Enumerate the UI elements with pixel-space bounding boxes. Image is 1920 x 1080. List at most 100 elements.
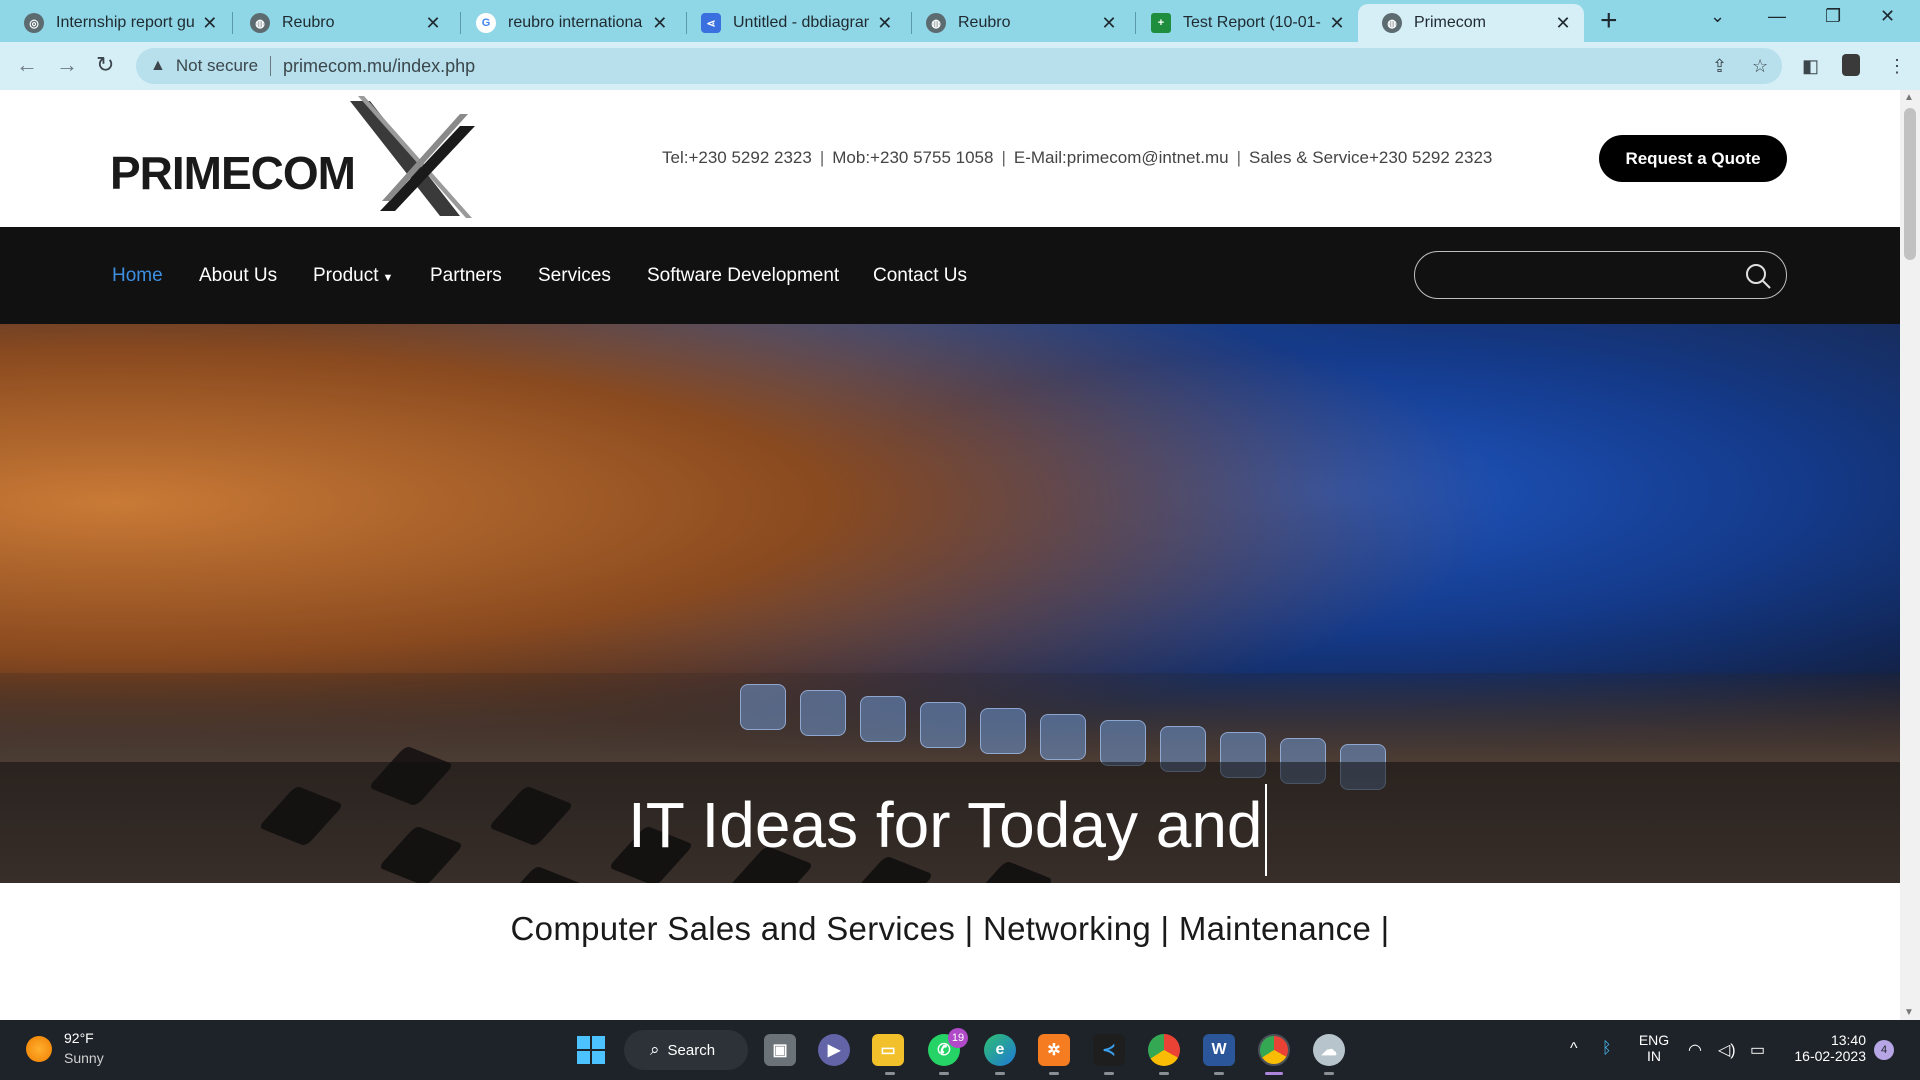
nav-partners[interactable]: Partners <box>430 265 502 287</box>
restore-icon[interactable]: ❐ <box>1825 6 1841 27</box>
scrollbar-thumb[interactable] <box>1904 108 1916 260</box>
vscode-icon[interactable]: ≺ <box>1093 1034 1125 1066</box>
start-windows-icon[interactable] <box>575 1034 607 1066</box>
browser-tab-strip: ◎ Internship report guid ✕ ◍ Reubro ✕ G … <box>0 0 1920 42</box>
notification-count-badge[interactable]: 4 <box>1874 1040 1894 1060</box>
chrome-active-icon[interactable] <box>1258 1034 1290 1066</box>
nav-about-us[interactable]: About Us <box>199 265 277 287</box>
url-text[interactable]: primecom.mu/index.php <box>283 56 475 77</box>
whatsapp-icon[interactable]: ✆ 19 <box>928 1028 968 1066</box>
show-hidden-icons-chevron-icon[interactable]: ^ <box>1570 1040 1578 1058</box>
close-tab-icon[interactable]: ✕ <box>202 13 218 34</box>
profile-avatar[interactable] <box>1842 54 1860 76</box>
side-panel-icon[interactable]: ◧ <box>1802 56 1819 77</box>
edge-icon[interactable]: e <box>984 1034 1016 1066</box>
globe-icon: ◍ <box>250 13 270 33</box>
language-line-1: ENG <box>1638 1032 1670 1048</box>
tab-reubro-international[interactable]: G reubro international - ✕ <box>452 4 680 42</box>
task-view-icon[interactable]: ▣ <box>764 1034 796 1066</box>
contact-sales[interactable]: Sales & Service+230 5292 2323 <box>1249 148 1492 167</box>
browser-toolbar: ← → ↻ ▲ Not secure primecom.mu/index.php… <box>0 42 1920 90</box>
close-tab-icon[interactable]: ✕ <box>877 13 893 34</box>
primecom-logo[interactable]: PRIMECOM <box>110 96 480 221</box>
language-indicator[interactable]: ENG IN <box>1636 1032 1672 1064</box>
contact-tel[interactable]: Tel:+230 5292 2323 <box>662 148 812 167</box>
search-icon: ⌕ <box>650 1040 660 1059</box>
site-search-input[interactable] <box>1414 251 1787 299</box>
file-explorer-icon[interactable]: ▭ <box>872 1034 904 1066</box>
volume-icon[interactable]: ◁) <box>1718 1040 1736 1060</box>
nav-product-label: Product <box>313 265 379 286</box>
tab-dbdiagram[interactable]: ⋖ Untitled - dbdiagram. ✕ <box>677 4 905 42</box>
tab-label: Internship report guid <box>56 14 194 31</box>
tab-reubro-2[interactable]: ◍ Reubro ✕ <box>902 4 1130 42</box>
address-bar[interactable]: ▲ Not secure primecom.mu/index.php <box>136 48 1782 84</box>
close-tab-icon[interactable]: ✕ <box>1329 13 1345 34</box>
window-close-icon[interactable]: ✕ <box>1880 6 1895 27</box>
tab-label: Primecom <box>1414 14 1487 31</box>
nav-home[interactable]: Home <box>112 265 163 287</box>
nav-software-development[interactable]: Software Development <box>647 265 839 287</box>
taskbar-search-button[interactable]: ⌕ Search <box>624 1030 748 1070</box>
tab-test-report[interactable]: + Test Report (10-01-23 ✕ <box>1127 4 1357 42</box>
typing-cursor <box>1264 784 1267 876</box>
windows-taskbar: 92°F Sunny ⌕ Search ▣ ▶ ▭ ✆ 19 e ✲ ≺ W ☁ … <box>0 1020 1920 1080</box>
request-quote-button[interactable]: Request a Quote <box>1599 135 1787 182</box>
services-tagline: Computer Sales and Services | Networking… <box>510 910 1390 947</box>
chrome-icon[interactable] <box>1148 1034 1180 1066</box>
tab-reubro[interactable]: ◍ Reubro ✕ <box>226 4 454 42</box>
hero-title-text: IT Ideas for Today and <box>628 788 1263 861</box>
share-icon[interactable]: ⇪ <box>1712 56 1727 77</box>
language-line-2: IN <box>1647 1048 1661 1064</box>
taskbar-search-label: Search <box>667 1041 716 1059</box>
close-tab-icon[interactable]: ✕ <box>1554 13 1572 34</box>
contact-separator: | <box>819 148 825 167</box>
sun-weather-icon[interactable] <box>26 1036 52 1062</box>
warning-icon: ▲ <box>150 57 166 74</box>
tab-internship-report[interactable]: ◎ Internship report guid ✕ <box>0 4 230 42</box>
contact-email[interactable]: E-Mail:primecom@intnet.mu <box>1014 148 1229 167</box>
tab-label: Untitled - dbdiagram. <box>733 14 869 31</box>
security-label[interactable]: Not secure <box>176 56 258 76</box>
globe-icon: ◍ <box>926 13 946 33</box>
logo-x-mark-icon <box>350 96 475 218</box>
clock[interactable]: 13:40 16-02-2023 <box>1782 1032 1866 1064</box>
nav-product[interactable]: Product ▼ <box>313 265 393 287</box>
wifi-icon[interactable]: ◠ <box>1688 1040 1702 1060</box>
hero-dock-icon <box>920 702 966 748</box>
taskbar-active-indicator <box>1265 1072 1283 1075</box>
battery-icon[interactable]: ▭ <box>1750 1040 1765 1060</box>
taskbar-running-indicator <box>1159 1072 1169 1075</box>
chat-app-icon[interactable]: ☁ <box>1313 1034 1345 1066</box>
search-icon[interactable] <box>1744 262 1772 290</box>
scroll-up-icon[interactable]: ▲ <box>1904 92 1914 103</box>
forward-icon[interactable]: → <box>56 52 78 78</box>
scroll-down-icon[interactable]: ▼ <box>1904 1007 1914 1018</box>
bluetooth-icon[interactable]: ᛒ <box>1602 1040 1612 1058</box>
page-scrollbar[interactable]: ▲ ▼ <box>1900 90 1920 1020</box>
word-icon[interactable]: W <box>1203 1034 1235 1066</box>
hero-dock-icon <box>980 708 1026 754</box>
xampp-icon[interactable]: ✲ <box>1038 1034 1070 1066</box>
hero-dock-icon <box>740 684 786 730</box>
clock-date: 16-02-2023 <box>1794 1048 1866 1064</box>
new-tab-button[interactable]: + <box>1600 6 1618 36</box>
close-tab-icon[interactable]: ✕ <box>424 13 442 34</box>
contact-mob[interactable]: Mob:+230 5755 1058 <box>832 148 993 167</box>
tab-search-icon[interactable]: ⌄ <box>1710 6 1725 27</box>
nav-services[interactable]: Services <box>538 265 611 287</box>
menu-icon[interactable]: ⋮ <box>1888 56 1906 77</box>
close-tab-icon[interactable]: ✕ <box>651 13 668 34</box>
taskbar-running-indicator <box>939 1072 949 1075</box>
tab-primecom[interactable]: ◍ Primecom ✕ <box>1358 4 1584 42</box>
weather-temperature[interactable]: 92°F <box>64 1030 94 1046</box>
weather-condition[interactable]: Sunny <box>64 1050 104 1066</box>
reload-icon[interactable]: ↻ <box>96 52 114 78</box>
tab-label: reubro international - <box>508 14 644 31</box>
minimize-icon[interactable]: — <box>1768 6 1786 27</box>
nav-contact-us[interactable]: Contact Us <box>873 265 967 287</box>
close-tab-icon[interactable]: ✕ <box>1100 13 1118 34</box>
teams-chat-icon[interactable]: ▶ <box>818 1034 850 1066</box>
bookmark-star-icon[interactable]: ☆ <box>1752 56 1768 77</box>
back-icon[interactable]: ← <box>16 52 38 78</box>
